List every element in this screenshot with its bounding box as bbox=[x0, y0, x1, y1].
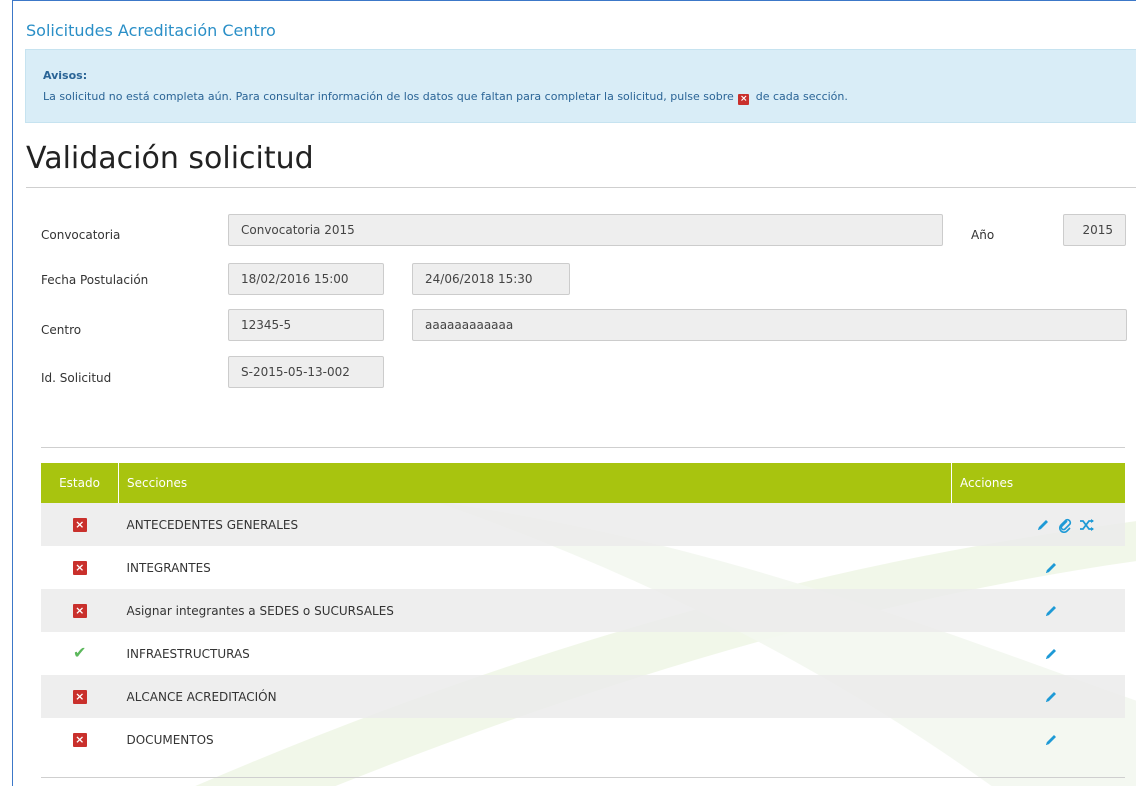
error-x-icon[interactable]: × bbox=[72, 561, 87, 575]
error-x-icon: × bbox=[738, 94, 750, 105]
header-secciones[interactable]: Secciones bbox=[118, 463, 952, 503]
shuffle-icon[interactable] bbox=[1077, 517, 1095, 533]
table-header-row: Estado Secciones Acciones bbox=[41, 463, 1125, 503]
status-cell: ✔ bbox=[41, 632, 119, 675]
status-cell: × bbox=[41, 546, 119, 589]
table-row: × ALCANCE ACREDITACIÓN bbox=[41, 675, 1125, 718]
actions-cell bbox=[952, 546, 1126, 589]
actions-cell bbox=[951, 503, 1125, 546]
form-divider bbox=[41, 447, 1125, 448]
centro-label: Centro bbox=[41, 323, 82, 337]
status-cell: × bbox=[41, 589, 119, 632]
anio-field[interactable]: 2015 bbox=[1063, 214, 1126, 246]
attach-icon[interactable] bbox=[1055, 517, 1073, 533]
page-title: Validación solicitud bbox=[26, 141, 314, 176]
error-x-icon[interactable]: × bbox=[72, 733, 87, 747]
alert-text-before: La solicitud no está completa aún. Para … bbox=[43, 90, 734, 103]
status-cell: × bbox=[41, 675, 119, 718]
fecha-desde-field[interactable]: 18/02/2016 15:00 bbox=[228, 263, 384, 295]
edit-icon[interactable] bbox=[1042, 603, 1060, 619]
alert-message: La solicitud no está completa aún. Para … bbox=[43, 90, 848, 105]
actions-cell bbox=[952, 718, 1126, 761]
status-cell: × bbox=[41, 718, 119, 761]
alert-title: Avisos: bbox=[43, 69, 88, 82]
edit-icon[interactable] bbox=[1042, 560, 1060, 576]
actions-cell bbox=[951, 589, 1125, 632]
title-divider bbox=[26, 187, 1136, 188]
edit-icon[interactable] bbox=[1042, 689, 1060, 705]
sections-body: × ANTECEDENTES GENERALES × INTEGRANTES × Asig… bbox=[41, 503, 1125, 761]
alert-text-after: de cada sección. bbox=[755, 90, 848, 103]
anio-label: Año bbox=[971, 228, 995, 242]
error-x-icon[interactable]: × bbox=[72, 518, 87, 532]
convocatoria-label: Convocatoria bbox=[41, 228, 121, 242]
header-acciones[interactable]: Acciones bbox=[951, 463, 1125, 503]
app-title: Solicitudes Acreditación Centro bbox=[26, 21, 276, 40]
error-x-icon[interactable]: × bbox=[72, 604, 87, 618]
table-row: × Asignar integrantes a SEDES o SUCURSALE… bbox=[41, 589, 1125, 632]
table-bottom-divider bbox=[41, 777, 1125, 778]
section-name: INFRAESTRUCTURAS bbox=[126, 646, 250, 661]
fecha-postulacion-label: Fecha Postulación bbox=[41, 273, 149, 287]
status-cell: × bbox=[41, 503, 119, 546]
header-estado[interactable]: Estado bbox=[41, 463, 119, 503]
table-row: × DOCUMENTOS bbox=[41, 718, 1125, 761]
edit-icon[interactable] bbox=[1033, 517, 1051, 533]
actions-cell bbox=[952, 632, 1126, 675]
error-x-icon[interactable]: × bbox=[72, 690, 87, 704]
section-name: DOCUMENTOS bbox=[126, 732, 214, 747]
centro-code-field[interactable]: 12345-5 bbox=[228, 309, 384, 341]
fecha-hasta-field[interactable]: 24/06/2018 15:30 bbox=[412, 263, 570, 295]
app-frame: Solicitudes Acreditación Centro Avisos: … bbox=[12, 0, 1136, 786]
edit-icon[interactable] bbox=[1042, 732, 1060, 748]
id-solicitud-label: Id. Solicitud bbox=[41, 371, 112, 385]
actions-cell bbox=[951, 675, 1125, 718]
check-icon: ✔ bbox=[73, 643, 87, 662]
section-name: ALCANCE ACREDITACIÓN bbox=[118, 675, 952, 718]
alert-box: Avisos: La solicitud no está completa aú… bbox=[25, 49, 1136, 123]
table-row: × ANTECEDENTES GENERALES bbox=[41, 503, 1125, 546]
centro-name-field[interactable]: aaaaaaaaaaaa bbox=[412, 309, 1127, 341]
section-name: Asignar integrantes a SEDES o SUCURSALES bbox=[118, 589, 952, 632]
section-name: INTEGRANTES bbox=[126, 560, 211, 575]
edit-icon[interactable] bbox=[1042, 646, 1060, 662]
convocatoria-field[interactable]: Convocatoria 2015 bbox=[228, 214, 943, 246]
table-row: × INTEGRANTES bbox=[41, 546, 1125, 589]
id-solicitud-field[interactable]: S-2015-05-13-002 bbox=[228, 356, 384, 388]
section-name: ANTECEDENTES GENERALES bbox=[118, 503, 952, 546]
sections-table: Estado Secciones Acciones × ANTECEDENTES … bbox=[41, 463, 1125, 761]
table-row: ✔ INFRAESTRUCTURAS bbox=[41, 632, 1125, 675]
